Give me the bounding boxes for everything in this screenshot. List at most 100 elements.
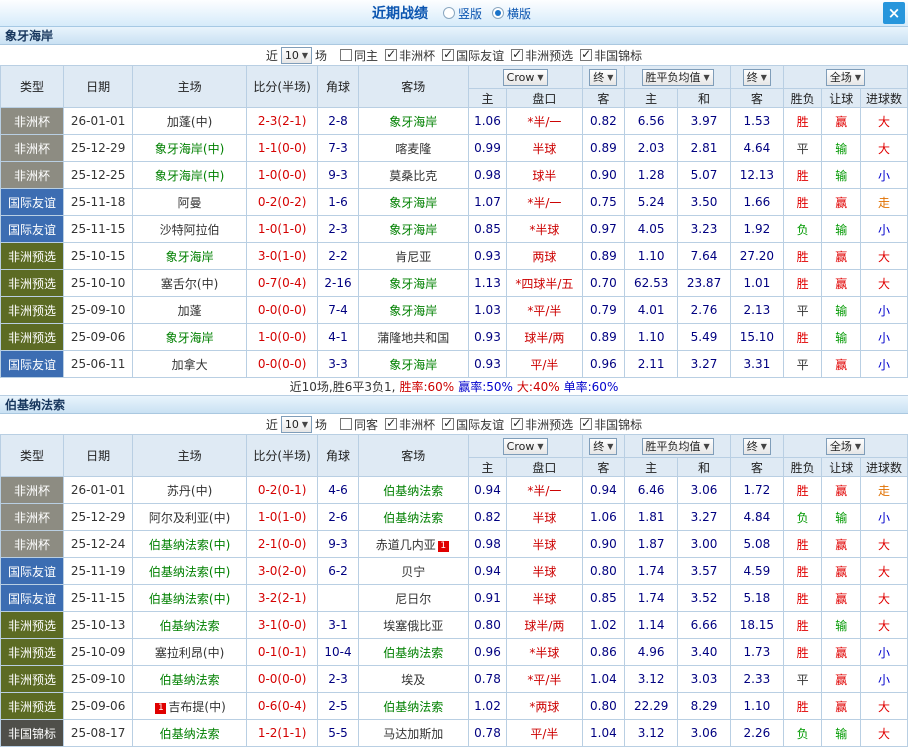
filter-row: 近 10▼ 场 同主 非洲杯 国际友谊 非洲预选 非国锦标 <box>0 45 908 65</box>
europe-draw-odds-cell: 23.87 <box>677 269 731 297</box>
score-cell: 0-7(0-4) <box>246 269 319 297</box>
col-home: 主场 <box>132 434 248 477</box>
europe-draw-odds-cell: 2.81 <box>677 134 731 162</box>
layout-radio-vertical[interactable]: 竖版 <box>442 5 482 22</box>
same-venue-checkbox[interactable] <box>340 418 353 430</box>
match-row: 国际友谊 25-11-15 伯基纳法索(中) 3-2(2-1) 尼日尔 0.91 半球 0.8… <box>0 584 908 612</box>
match-date-cell: 25-12-25 <box>63 161 134 189</box>
same-venue-checkbox[interactable] <box>340 49 353 61</box>
match-count-select[interactable]: 10 ▼ <box>280 46 313 64</box>
col-handicap-home: 主 <box>467 457 508 477</box>
europe-home-odds-cell: 1.81 <box>624 503 679 531</box>
col-handicap-line: 盘口 <box>506 88 583 108</box>
europe-home-odds-cell: 4.96 <box>624 638 679 666</box>
match-date-cell: 25-06-11 <box>63 350 134 378</box>
match-type-cell: 非洲预选 <box>0 242 65 270</box>
match-type-cell: 国际友谊 <box>0 584 65 612</box>
goals-result-cell: 大 <box>860 557 908 585</box>
handicap-result-cell: 赢 <box>821 530 862 558</box>
score-cell: 3-0(2-0) <box>246 557 319 585</box>
score-cell: 1-0(1-0) <box>246 215 319 243</box>
comp-qualifier-checkbox[interactable] <box>511 416 524 430</box>
full-match-select[interactable]: 全场 ▼ <box>825 437 865 455</box>
handicap-result-cell: 赢 <box>821 269 862 297</box>
summary-segment: 胜率:60% <box>399 380 455 394</box>
away-team-cell: 象牙海岸 <box>357 107 469 135</box>
corner-cell: 7-4 <box>317 296 359 324</box>
match-count-select[interactable]: 10 ▼ <box>280 415 313 433</box>
match-count-value: 10 <box>284 417 299 431</box>
goals-result-cell: 走 <box>860 188 908 216</box>
goals-result-cell: 小 <box>860 350 908 378</box>
result-cell: 平 <box>782 350 823 378</box>
goals-result-cell: 小 <box>860 638 908 666</box>
col-goals: 进球数 <box>860 88 908 108</box>
europe-draw-odds-cell: 3.50 <box>677 188 731 216</box>
handicap-result-cell: 赢 <box>821 188 862 216</box>
score-cell: 0-2(0-2) <box>246 188 319 216</box>
home-team-cell: 苏丹(中) <box>132 476 248 504</box>
match-type-cell: 非洲杯 <box>0 107 65 135</box>
wdl-average-select[interactable]: 胜平负均值 ▼ <box>641 437 714 455</box>
handicap-home-odds-cell: 0.93 <box>467 350 508 378</box>
score-cell: 1-0(0-0) <box>246 161 319 189</box>
result-cell: 胜 <box>782 557 823 585</box>
europe-draw-odds-cell: 7.64 <box>677 242 731 270</box>
bookmaker-select[interactable]: Crow ▼ <box>502 68 548 86</box>
comp-friendly-checkbox[interactable] <box>442 416 455 430</box>
final-odds-select[interactable]: 终 ▼ <box>589 68 618 86</box>
goals-result-cell: 大 <box>860 242 908 270</box>
europe-draw-odds-cell: 3.27 <box>677 503 731 531</box>
full-match-select[interactable]: 全场 ▼ <box>825 68 865 86</box>
handicap-away-odds-cell: 0.90 <box>581 530 626 558</box>
handicap-result-cell: 输 <box>821 296 862 324</box>
result-cell: 胜 <box>782 611 823 639</box>
result-cell: 胜 <box>782 188 823 216</box>
match-date-cell: 25-10-13 <box>63 611 134 639</box>
handicap-line-cell: 平/半 <box>506 719 583 747</box>
europe-away-odds-cell: 1.66 <box>729 188 784 216</box>
comp-championship-checkbox[interactable] <box>580 416 593 430</box>
handicap-away-odds-cell: 0.96 <box>581 350 626 378</box>
result-cell: 平 <box>782 296 823 324</box>
red-card-badge: 1 <box>437 540 449 552</box>
final-odds-select-2[interactable]: 终 ▼ <box>742 437 771 455</box>
handicap-result-cell: 输 <box>821 503 862 531</box>
match-date-cell: 25-12-29 <box>63 503 134 531</box>
goals-result-cell: 大 <box>860 584 908 612</box>
summary-segment: 赢率:50% <box>458 380 513 394</box>
comp-championship-checkbox[interactable] <box>580 47 593 61</box>
close-icon[interactable]: × <box>883 2 905 24</box>
comp-africa-cup-checkbox[interactable] <box>385 416 398 430</box>
score-cell: 1-0(0-0) <box>246 323 319 351</box>
corner-cell: 7-3 <box>317 134 359 162</box>
handicap-home-odds-cell: 1.02 <box>467 692 508 720</box>
handicap-result-cell: 输 <box>821 134 862 162</box>
corner-cell: 2-3 <box>317 665 359 693</box>
europe-home-odds-cell: 6.56 <box>624 107 679 135</box>
score-cell: 0-0(0-0) <box>246 296 319 324</box>
wdl-average-select[interactable]: 胜平负均值 ▼ <box>641 68 714 86</box>
final-odds-select-2[interactable]: 终 ▼ <box>742 68 771 86</box>
comp-friendly-checkbox[interactable] <box>442 47 455 61</box>
away-team-cell: 埃塞俄比亚 <box>357 611 469 639</box>
handicap-away-odds-cell: 0.86 <box>581 638 626 666</box>
matches-table: 类型 日期 主场 比分(半场) 角球 客场 Crow ▼ 终 ▼ 胜平负均值 ▼ 终 ▼ <box>0 65 908 378</box>
handicap-result-cell: 输 <box>821 323 862 351</box>
away-team-cell: 肯尼亚 <box>357 242 469 270</box>
europe-away-odds-cell: 4.59 <box>729 557 784 585</box>
comp-qualifier-label: 非洲预选 <box>525 417 574 432</box>
bookmaker-select[interactable]: Crow ▼ <box>502 437 548 455</box>
score-cell: 2-3(2-1) <box>246 107 319 135</box>
col-result: 胜负 <box>782 457 823 477</box>
home-team-cell: 伯基纳法索(中) <box>132 530 248 558</box>
away-team-cell: 象牙海岸 <box>357 296 469 324</box>
layout-radio-horizontal[interactable]: 横版 <box>492 5 531 22</box>
final-odds-select[interactable]: 终 ▼ <box>589 437 618 455</box>
home-team-cell: 塞拉利昂(中) <box>132 638 248 666</box>
comp-qualifier-checkbox[interactable] <box>511 47 524 61</box>
europe-away-odds-cell: 27.20 <box>729 242 784 270</box>
col-handicap-result: 让球 <box>821 457 862 477</box>
matches-table: 类型 日期 主场 比分(半场) 角球 客场 Crow ▼ 终 ▼ 胜平负均值 ▼ 终 ▼ <box>0 434 908 747</box>
comp-africa-cup-checkbox[interactable] <box>385 47 398 61</box>
